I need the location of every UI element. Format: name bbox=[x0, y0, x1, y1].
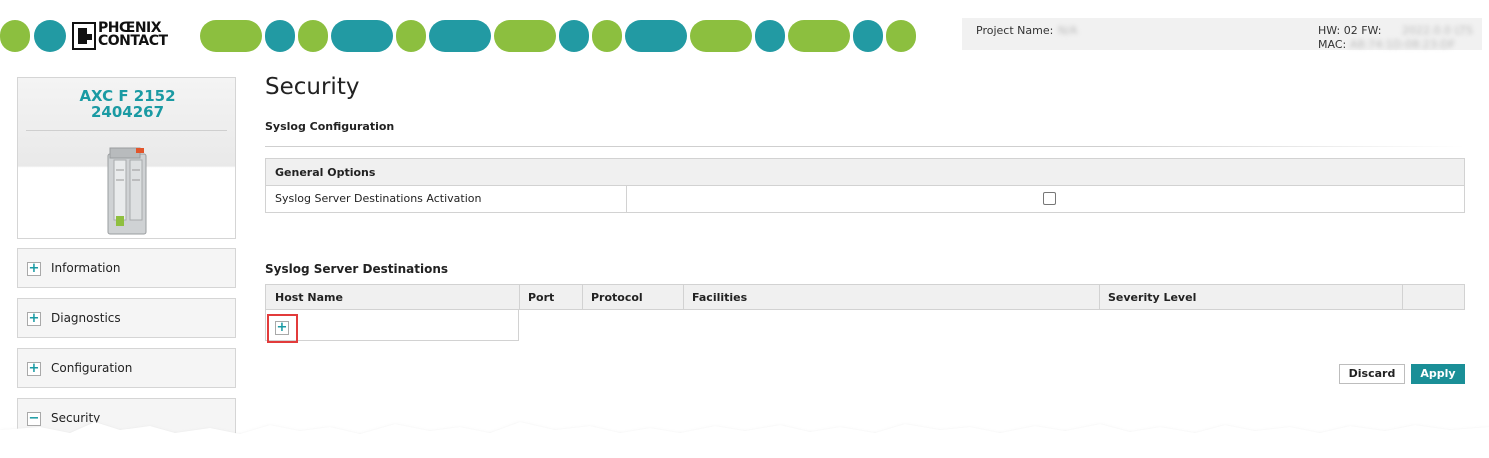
torn-edge bbox=[0, 422, 1489, 458]
brand-dot bbox=[34, 20, 66, 52]
brand-dot bbox=[886, 20, 916, 52]
plus-icon[interactable]: + bbox=[27, 362, 41, 376]
add-destination-button[interactable]: + bbox=[275, 321, 289, 335]
section-divider bbox=[265, 146, 1465, 147]
device-title: AXC F 2152 2404267 bbox=[18, 88, 237, 120]
column-divider bbox=[582, 285, 583, 309]
brand-dot bbox=[298, 20, 328, 52]
general-options-table: General Options Syslog Server Destinatio… bbox=[265, 158, 1465, 213]
column-severity-level: Severity Level bbox=[1108, 291, 1197, 304]
brand-band: PHŒNIX CONTACT bbox=[0, 18, 920, 56]
sidebar-item-information[interactable]: + Information bbox=[17, 248, 236, 288]
brand-dot bbox=[0, 20, 30, 52]
page-title: Security bbox=[265, 74, 360, 100]
hw-fw-label: HW: 02 FW: bbox=[1318, 24, 1382, 37]
plus-icon: + bbox=[276, 320, 288, 335]
brand-dot bbox=[788, 20, 850, 52]
brand-dot bbox=[853, 20, 883, 52]
destinations-table-header: Host Name Port Protocol Facilities Sever… bbox=[265, 284, 1465, 310]
section-subtitle: Syslog Configuration bbox=[265, 120, 395, 133]
mac-label: MAC: bbox=[1318, 38, 1347, 51]
general-options-title: General Options bbox=[275, 166, 376, 179]
brand-dot bbox=[755, 20, 785, 52]
logo-mark-icon bbox=[72, 22, 96, 50]
column-divider bbox=[683, 285, 684, 309]
brand-dot bbox=[265, 20, 295, 52]
brand-dot bbox=[396, 20, 426, 52]
column-port: Port bbox=[528, 291, 555, 304]
device-info-panel: Project Name: N/A HW: 02 FW: 2022.0.0 LT… bbox=[962, 18, 1482, 51]
brand-dot bbox=[625, 20, 687, 52]
apply-button[interactable]: Apply bbox=[1411, 364, 1465, 384]
column-divider bbox=[1099, 285, 1100, 309]
sidebar-item-label: Diagnostics bbox=[51, 311, 121, 325]
syslog-activation-checkbox[interactable] bbox=[1043, 192, 1056, 205]
brand-dot bbox=[429, 20, 491, 52]
brand-dot bbox=[494, 20, 556, 52]
device-card-divider bbox=[26, 130, 227, 131]
column-divider bbox=[519, 285, 520, 309]
column-facilities: Facilities bbox=[692, 291, 748, 304]
sidebar-item-configuration[interactable]: + Configuration bbox=[17, 348, 236, 388]
column-divider bbox=[626, 185, 627, 212]
plus-icon[interactable]: + bbox=[27, 262, 41, 276]
device-part-number: 2404267 bbox=[90, 103, 165, 121]
device-card: AXC F 2152 2404267 bbox=[17, 77, 236, 239]
logo-text: PHŒNIX CONTACT bbox=[98, 21, 198, 49]
discard-button[interactable]: Discard bbox=[1339, 364, 1405, 384]
project-name-label: Project Name: bbox=[976, 24, 1054, 37]
destinations-table-body bbox=[265, 309, 519, 341]
brand-dot bbox=[690, 20, 752, 52]
sidebar-item-diagnostics[interactable]: + Diagnostics bbox=[17, 298, 236, 338]
logo-text-line2: CONTACT bbox=[98, 33, 168, 49]
brand-dot bbox=[559, 20, 589, 52]
destinations-title: Syslog Server Destinations bbox=[265, 262, 448, 276]
mac-value: A8:74:1D:08:23:DF bbox=[1350, 38, 1456, 51]
column-host-name: Host Name bbox=[275, 291, 343, 304]
phoenix-contact-logo: PHŒNIX CONTACT bbox=[72, 21, 194, 52]
brand-dot bbox=[200, 20, 262, 52]
project-name-value: N/A bbox=[1058, 24, 1078, 37]
sidebar-item-label: Information bbox=[51, 261, 121, 275]
fw-value: 2022.0.0 LTS bbox=[1402, 24, 1473, 37]
column-protocol: Protocol bbox=[591, 291, 643, 304]
controller-device-image bbox=[107, 147, 147, 235]
general-options-header: General Options bbox=[266, 159, 1464, 186]
column-divider bbox=[1402, 285, 1403, 309]
plus-icon[interactable]: + bbox=[27, 312, 41, 326]
brand-dot bbox=[331, 20, 393, 52]
syslog-activation-label: Syslog Server Destinations Activation bbox=[275, 192, 482, 205]
brand-dot bbox=[592, 20, 622, 52]
sidebar-item-label: Configuration bbox=[51, 361, 133, 375]
device-name: AXC F 2152 bbox=[79, 87, 176, 105]
